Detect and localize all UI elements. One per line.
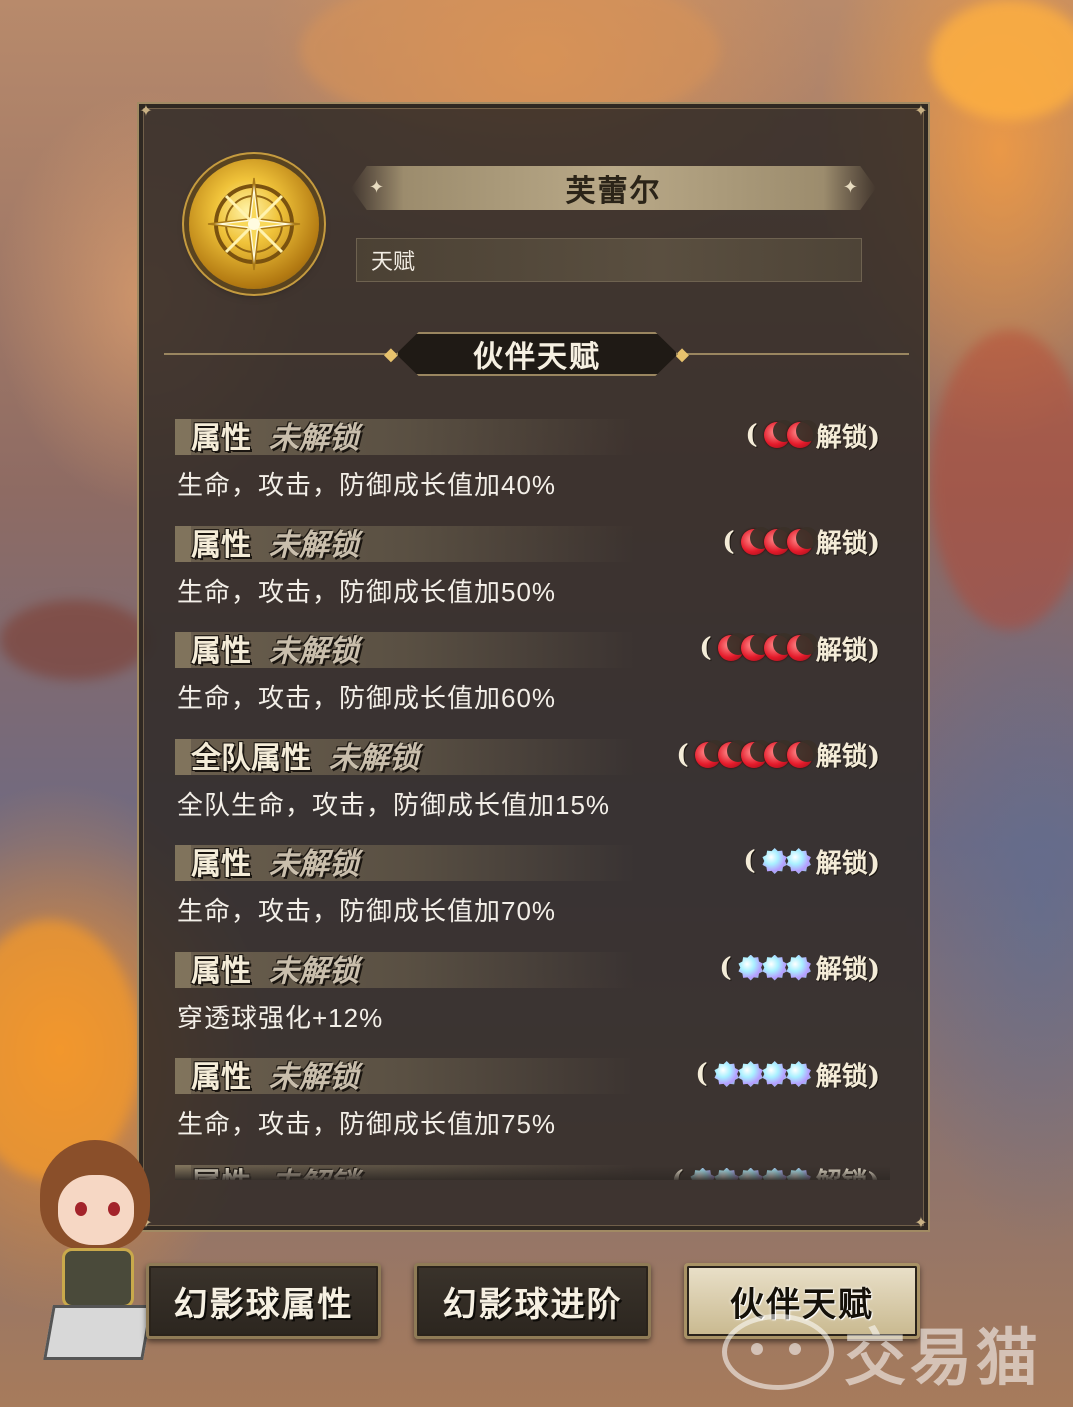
section-title-pill: 伙伴天赋 [396,332,678,376]
unlock-requirement: ( 解锁) [676,737,880,773]
red-moon-icon [786,633,818,661]
talent-status: 未解锁 [269,1060,359,1095]
talent-panel: ✦ ✦ ✦ ✦ ✦ 芙蕾尔 ✦ 天赋 ◆ ◆ 伙伴天赋 属性未解锁生命，攻击，防… [137,101,930,1232]
corner-ornament-icon: ✦ [914,1213,928,1232]
unlock-requirement: ( 解锁) [719,950,880,986]
rainbow-gem-icon [762,1061,787,1087]
requirement-open: ( [695,1059,708,1089]
cat-logo-icon [722,1314,834,1390]
watermark-text: 交易猫 [844,1321,1043,1394]
requirement-unlock-label: 解锁) [815,955,880,985]
talent-row: 属性 未解锁生命，攻击，防御成长值加40% ( 解锁) [175,407,890,514]
red-moon-icon [717,633,749,661]
requirement-unlock-label: 解锁) [815,1061,880,1092]
red-moon-icon [786,526,818,555]
requirement-open: ( [719,952,732,983]
hero-subtitle: 天赋 [371,249,416,274]
rainbow-gem-icon [738,954,763,981]
rainbow-gem-icon [762,848,787,874]
talent-title: 属性 [191,847,251,882]
rainbow-gem-icon [762,954,787,981]
unlock-requirement: ( 解锁) [745,417,880,453]
red-moon-icon [694,739,726,768]
talent-title: 属性 [191,634,251,669]
unlock-requirement: ( 解锁) [722,524,880,560]
red-moon-icon [740,526,772,555]
red-moon-icon [740,633,772,661]
talent-status: 未解锁 [269,953,359,989]
rainbow-gem-icon [714,1061,739,1087]
unlock-requirement: ( 解锁) [695,1056,880,1092]
requirement-unlock-label: 解锁) [815,635,880,666]
tab-label: 幻影球进阶 [442,1284,623,1325]
tab-phantom-ball-attributes[interactable]: 幻影球属性 [146,1263,381,1339]
requirement-unlock-label: 解锁) [815,529,880,559]
red-moon-icon [763,633,795,661]
talent-description: 穿透球强化+12% [177,1002,384,1033]
talent-title: 全队属性 [191,740,311,776]
talent-row: 全队属性 未解锁全队生命，攻击，防御成长值加15% ( 解锁) [175,727,890,834]
talent-status: 未解锁 [269,634,359,669]
red-moon-icon [763,739,795,768]
talent-status: 未解锁 [269,527,359,563]
red-moon-icon [786,420,818,448]
talent-status: 未解锁 [269,847,359,882]
watermark: 交易猫 [722,1312,1062,1394]
section-title: 伙伴天赋 [473,340,601,375]
hero-name-banner: ✦ 芙蕾尔 ✦ [351,166,876,210]
red-moon-icon [717,739,749,768]
hero-name: 芙蕾尔 [565,174,662,209]
corner-ornament-icon: ✦ [139,101,153,120]
sparkle-icon: ✦ [369,177,385,198]
talent-description: 生命，攻击，防御成长值加50% [177,576,557,607]
tab-phantom-ball-advance[interactable]: 幻影球进阶 [414,1263,651,1339]
sparkle-icon: ✦ [842,177,858,198]
red-moon-icon [763,420,795,448]
talent-description: 生命，攻击，防御成长值加75% [177,1109,557,1139]
requirement-unlock-label: 解锁) [815,742,880,772]
talent-title: 属性 [191,1060,251,1095]
talent-row: 属性 未解锁生命，攻击，防御成长值加70% ( 解锁) [175,833,890,940]
talent-description: 生命，攻击，防御成长值加70% [177,896,557,926]
tab-label: 幻影球属性 [173,1284,354,1325]
talent-description: 生命，攻击，防御成长值加60% [177,683,557,713]
talent-description: 生命，攻击，防御成长值加40% [177,470,557,500]
hero-subtitle-field: 天赋 [356,238,862,282]
talent-title: 属性 [191,527,251,563]
golden-compass-star-icon [189,159,319,289]
requirement-open: ( [743,846,756,876]
corner-ornament-icon: ✦ [914,101,928,120]
rainbow-gem-icon [786,954,811,981]
requirement-unlock-label: 解锁) [815,422,880,453]
requirement-open: ( [699,633,712,663]
talent-row: 属性 未解锁生命，攻击，防御成长值加50% ( 解锁) [175,514,890,621]
talent-status: 未解锁 [329,740,419,776]
requirement-open: ( [745,420,758,450]
talent-row: 属性 未解锁生命，攻击，防御成长值加60% ( 解锁) [175,620,890,727]
talent-title: 属性 [191,421,251,456]
red-moon-icon [786,739,818,768]
unlock-requirement: ( 解锁) [699,630,880,666]
talent-status: 未解锁 [269,421,359,456]
section-header: ◆ ◆ 伙伴天赋 [164,329,909,379]
diamond-ornament-icon: ◆ [384,344,398,365]
talent-row: 属性 未解锁生命，攻击，防御成长值加75% ( 解锁) [175,1046,890,1153]
talent-row: 属性 未解锁穿透球强化+12% ( 解锁) [175,940,890,1047]
red-moon-icon [763,526,795,555]
rainbow-gem-icon [738,1061,763,1087]
rainbow-gem-icon [786,1061,811,1087]
requirement-open: ( [722,526,735,557]
requirement-unlock-label: 解锁) [815,848,880,879]
unlock-requirement: ( 解锁) [743,843,880,879]
rainbow-gem-icon [786,848,811,874]
talent-list[interactable]: 属性 未解锁 生命，攻击，防御成长值加40%(解锁) 属性 未解锁 生命，攻击，防御成长值… [175,407,890,1180]
requirement-open: ( [676,739,689,770]
talent-title: 属性 [191,953,251,989]
red-moon-icon [740,739,772,768]
talent-description: 全队生命，攻击，防御成长值加15% [177,789,611,820]
